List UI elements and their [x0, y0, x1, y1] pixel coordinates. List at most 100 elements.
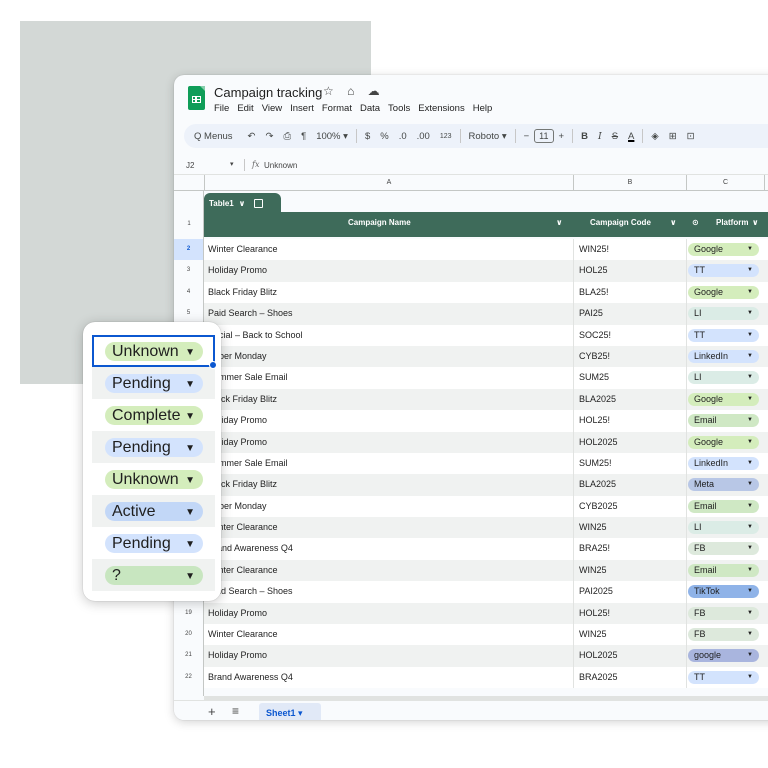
- undo-icon[interactable]: ↶: [243, 131, 261, 142]
- campaign-name-cell[interactable]: Winter Clearance: [208, 239, 278, 260]
- status-cell[interactable]: ? ▼: [92, 559, 215, 591]
- decrease-decimal-button[interactable]: .0: [394, 131, 412, 142]
- text-color-button[interactable]: A: [623, 131, 639, 142]
- number-format-button[interactable]: 123: [435, 133, 457, 140]
- campaign-code-cell[interactable]: PAI2025: [579, 581, 613, 602]
- platform-chip[interactable]: Google ▼: [688, 243, 759, 256]
- table-name-chip[interactable]: Table1 ∨: [204, 193, 281, 213]
- dropdown-arrow-icon[interactable]: ▼: [185, 503, 195, 522]
- campaign-code-cell[interactable]: HOL2025: [579, 645, 618, 666]
- column-header-c[interactable]: C: [686, 175, 764, 191]
- all-sheets-button[interactable]: ≡: [232, 704, 239, 718]
- font-select[interactable]: Roboto ▾: [464, 131, 512, 142]
- campaign-code-cell[interactable]: WIN25: [579, 560, 607, 581]
- row-number[interactable]: 19: [174, 602, 204, 625]
- percent-format-button[interactable]: %: [375, 131, 393, 142]
- menu-view[interactable]: View: [262, 103, 282, 114]
- platform-chip[interactable]: Meta ▼: [688, 478, 759, 492]
- currency-format-button[interactable]: $: [360, 131, 375, 142]
- status-chip[interactable]: Unknown ▼: [105, 342, 203, 361]
- row-number[interactable]: 3: [174, 260, 204, 282]
- add-sheet-button[interactable]: +: [208, 704, 216, 719]
- campaign-code-cell[interactable]: WIN25: [579, 517, 607, 538]
- platform-chip[interactable]: TT ▼: [688, 264, 759, 278]
- row-number[interactable]: 2: [174, 239, 204, 261]
- italic-button[interactable]: I: [593, 131, 607, 142]
- campaign-code-cell[interactable]: HOL25: [579, 260, 608, 281]
- doc-title[interactable]: Campaign tracking: [214, 85, 322, 100]
- column-menu-icon[interactable]: ∨: [670, 212, 677, 236]
- campaign-name-cell[interactable]: Winter Clearance: [208, 624, 278, 645]
- menu-edit[interactable]: Edit: [237, 103, 253, 114]
- status-chip[interactable]: Active ▼: [105, 502, 203, 521]
- menu-tools[interactable]: Tools: [388, 103, 410, 114]
- status-cell[interactable]: Pending ▼: [92, 367, 215, 399]
- column-header-b[interactable]: B: [573, 175, 686, 191]
- menus-search-button[interactable]: Q Menus: [184, 131, 243, 142]
- menu-help[interactable]: Help: [473, 103, 493, 114]
- dropdown-arrow-icon[interactable]: ▼: [185, 471, 195, 490]
- bold-button[interactable]: B: [576, 131, 593, 142]
- campaign-code-cell[interactable]: CYB25!: [579, 346, 610, 367]
- campaign-code-cell[interactable]: BLA25!: [579, 282, 609, 303]
- campaign-name-cell[interactable]: Holiday Promo: [208, 645, 267, 666]
- column-menu-icon[interactable]: ∨: [556, 212, 563, 236]
- status-chip[interactable]: ? ▼: [105, 566, 203, 585]
- dropdown-arrow-icon[interactable]: ▼: [185, 535, 195, 554]
- status-cell[interactable]: Active ▼: [92, 495, 215, 527]
- menu-file[interactable]: File: [214, 103, 229, 114]
- column-header-d[interactable]: [764, 175, 768, 191]
- fill-color-icon[interactable]: ◈: [646, 131, 663, 142]
- row-number[interactable]: 20: [174, 624, 204, 646]
- platform-chip[interactable]: TikTok ▼: [688, 585, 759, 599]
- column-header-a[interactable]: A: [204, 175, 573, 191]
- campaign-name-cell[interactable]: Social – Back to School: [208, 325, 303, 346]
- platform-chip[interactable]: Google ▼: [688, 435, 759, 449]
- row-number[interactable]: 1: [174, 212, 204, 236]
- platform-chip[interactable]: Email ▼: [688, 563, 759, 577]
- print-icon[interactable]: ⎙: [278, 131, 296, 142]
- menu-extensions[interactable]: Extensions: [418, 103, 464, 114]
- row-number[interactable]: 22: [174, 666, 204, 689]
- status-chip[interactable]: Pending ▼: [105, 438, 203, 457]
- campaign-code-cell[interactable]: HOL25!: [579, 410, 610, 431]
- borders-icon[interactable]: ⊞: [664, 131, 682, 142]
- campaign-code-cell[interactable]: CYB2025: [579, 496, 618, 517]
- campaign-code-cell[interactable]: BRA25!: [579, 538, 610, 559]
- chevron-down-icon[interactable]: ▾: [230, 160, 234, 168]
- sheets-logo-icon[interactable]: [188, 86, 205, 110]
- dropdown-arrow-icon[interactable]: ▼: [185, 407, 195, 426]
- platform-chip[interactable]: FB ▼: [688, 542, 759, 556]
- platform-chip[interactable]: TT ▼: [688, 328, 759, 342]
- campaign-code-cell[interactable]: BLA2025: [579, 474, 616, 495]
- campaign-code-cell[interactable]: WIN25!: [579, 239, 609, 260]
- dropdown-arrow-icon[interactable]: ▼: [185, 375, 195, 394]
- decrease-font-size-button[interactable]: −: [519, 131, 535, 142]
- increase-decimal-button[interactable]: .00: [412, 131, 435, 142]
- campaign-code-cell[interactable]: BLA2025: [579, 389, 616, 410]
- platform-chip[interactable]: FB ▼: [688, 628, 759, 642]
- platform-chip[interactable]: LI ▼: [688, 307, 759, 321]
- column-menu-icon[interactable]: ∨: [752, 212, 759, 236]
- status-chip[interactable]: Pending ▼: [105, 534, 203, 553]
- campaign-name-cell[interactable]: Holiday Promo: [208, 603, 267, 624]
- platform-chip[interactable]: LinkedIn ▼: [688, 456, 759, 470]
- paint-format-icon[interactable]: ¶: [296, 131, 311, 142]
- merge-cells-icon[interactable]: ⊡: [682, 131, 700, 142]
- campaign-code-cell[interactable]: WIN25: [579, 624, 607, 645]
- menu-insert[interactable]: Insert: [290, 103, 314, 114]
- status-cell[interactable]: Pending ▼: [92, 527, 215, 559]
- font-size-input[interactable]: 11: [534, 129, 554, 143]
- campaign-code-cell[interactable]: SUM25!: [579, 453, 612, 474]
- selection-fill-handle[interactable]: [209, 361, 217, 369]
- increase-font-size-button[interactable]: +: [554, 131, 570, 142]
- menu-format[interactable]: Format: [322, 103, 352, 114]
- campaign-code-cell[interactable]: SOC25!: [579, 325, 611, 346]
- title-actions-icons[interactable]: ☆ ⌂ ☁: [323, 84, 385, 98]
- sheet-tab[interactable]: Sheet1 ▾: [259, 703, 321, 720]
- status-cell[interactable]: Complete ▼: [92, 399, 215, 431]
- campaign-name-cell[interactable]: Holiday Promo: [208, 260, 267, 281]
- zoom-select[interactable]: 100% ▾: [311, 131, 353, 142]
- campaign-code-cell[interactable]: SUM25: [579, 367, 609, 388]
- header-platform[interactable]: Platform: [716, 212, 748, 236]
